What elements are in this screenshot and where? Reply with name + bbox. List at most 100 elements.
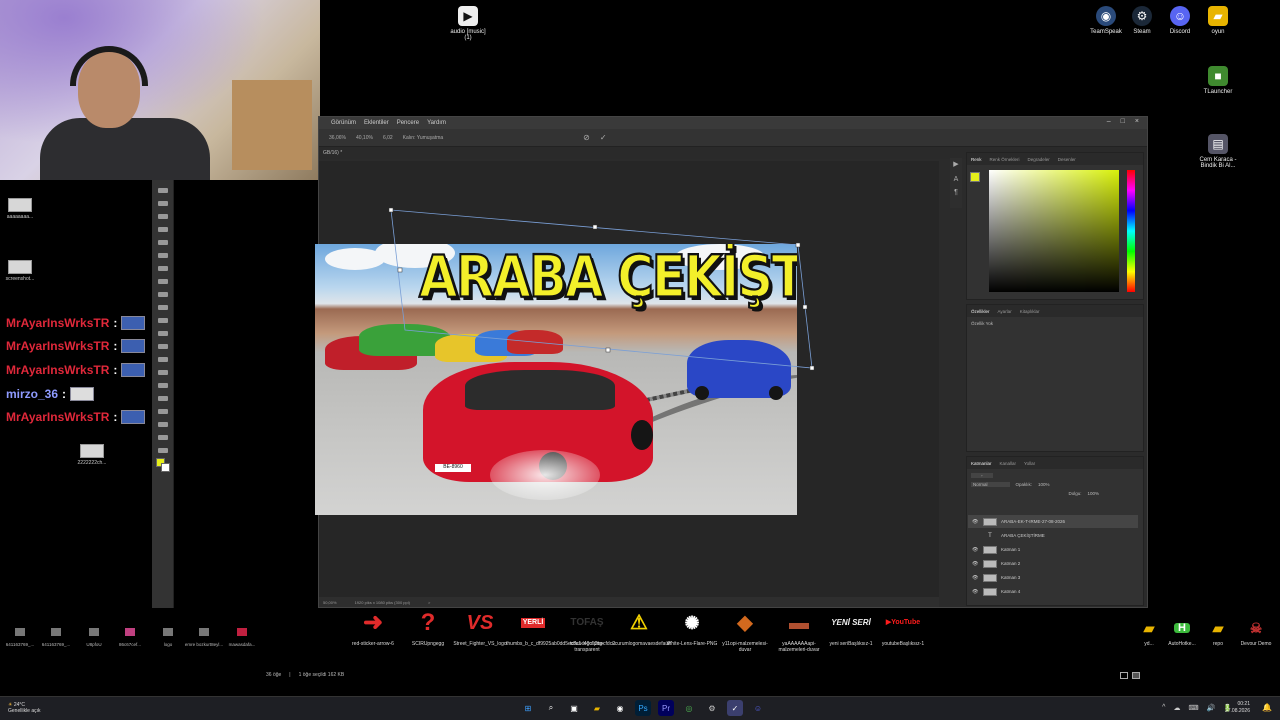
tab-degradeler[interactable]: Degradeler xyxy=(1028,157,1050,162)
eyedropper-tool-icon[interactable] xyxy=(157,266,168,271)
desktop-icon-small[interactable]: U8pfoU xyxy=(74,628,114,648)
brush-tool-icon[interactable] xyxy=(157,292,168,297)
height-field[interactable]: 40,10% xyxy=(356,135,373,141)
background-color-swatch[interactable] xyxy=(161,463,170,472)
desktop-icon-yd[interactable]: ▰ yd... xyxy=(1132,618,1166,647)
tab-ayarlar[interactable]: Ayarlar xyxy=(998,309,1012,314)
healing-tool-icon[interactable] xyxy=(157,279,168,284)
lasso-tool-icon[interactable] xyxy=(157,214,168,219)
desktop-icon-small[interactable]: 86c67cef... xyxy=(110,628,150,648)
artwork-canvas[interactable]: ARABA ÇEKİŞTİRME BE-8960 xyxy=(315,244,797,515)
angle-field[interactable]: 6,02 xyxy=(383,135,393,141)
close-button[interactable]: × xyxy=(1135,118,1139,125)
width-field[interactable]: 36,06% xyxy=(329,135,346,141)
history-icon[interactable]: ▶ xyxy=(950,160,962,168)
desktop-icon-oyun[interactable]: ▰ oyun xyxy=(1198,6,1238,35)
history-brush-icon[interactable] xyxy=(157,318,168,323)
file-icon-duvar-2[interactable]: ▬ yaAAAAAAapi-malzemeleri-duvar xyxy=(772,608,826,653)
file-icon-ucurum-logo[interactable]: ⚠ ucurumlogomavaesdefault xyxy=(612,608,671,647)
file-explorer-icon[interactable]: ▰ xyxy=(589,700,605,716)
layer-row[interactable]: 👁 Katman 1 xyxy=(968,543,1138,556)
fill-value[interactable]: 100% xyxy=(1087,491,1099,496)
keyboard-icon[interactable]: ⌨ xyxy=(1188,704,1198,712)
windows-start-icon[interactable]: ⊞ xyxy=(520,700,536,716)
crop-tool-icon[interactable] xyxy=(157,240,168,245)
tab-renk-ornekleri[interactable]: Renk Örnekleri xyxy=(990,157,1020,162)
file-icon-lens-flare[interactable]: ✺ White-Lens-Flare-PNG xyxy=(665,608,719,647)
pen-tool-icon[interactable] xyxy=(157,383,168,388)
tab-yollar[interactable]: Yollar xyxy=(1024,461,1035,466)
layer-row[interactable]: 👁 Katman 3 xyxy=(968,571,1138,584)
obs-icon[interactable]: ◉ xyxy=(612,700,628,716)
menu-item-pencere[interactable]: Pencere xyxy=(397,120,419,126)
color-panel-foreground-swatch[interactable] xyxy=(970,172,980,182)
frame-tool-icon[interactable] xyxy=(157,253,168,258)
select-tool-icon[interactable] xyxy=(157,227,168,232)
file-icon-duvar-1[interactable]: ◆ y11opi-malzemelesi-duvar xyxy=(718,608,772,653)
desktop-icon-audio[interactable]: ▶ audio [music] (1) xyxy=(448,6,488,41)
status-arrow[interactable]: > xyxy=(428,600,430,605)
tab-katmanlar[interactable]: Katmanlar xyxy=(971,461,992,466)
menu-item-yardim[interactable]: Yardım xyxy=(427,120,446,126)
volume-icon[interactable]: 🔊 xyxy=(1207,704,1216,712)
menu-item-gorunum[interactable]: Görünüm xyxy=(331,120,356,126)
maximize-button[interactable]: □ xyxy=(1121,118,1125,125)
blur-tool-icon[interactable] xyxy=(157,357,168,362)
menu-item-eklentiler[interactable]: Eklentiler xyxy=(364,120,389,126)
details-view-icon[interactable] xyxy=(1120,672,1128,679)
desktop-icon-cem-karaca[interactable]: ▤ Cem Karaca - Bindik Bi Al... xyxy=(1198,134,1238,169)
desktop-icon-devour[interactable]: ☠ Devour Demo xyxy=(1238,618,1274,647)
tab-ozellikler[interactable]: Özellikler xyxy=(971,309,990,314)
desktop-icon-repo[interactable]: ▰ repo xyxy=(1202,618,1234,647)
desktop-icon-autohotkey[interactable]: H AutoHotke... xyxy=(1162,618,1202,648)
desktop-icon-steam[interactable]: ⚙ Steam xyxy=(1122,6,1162,35)
file-icon-youtube[interactable]: ▶YouTube youtubeBaşlıksız-1 xyxy=(876,608,930,647)
hand-tool-icon[interactable] xyxy=(157,435,168,440)
desktop-icon-aaaa[interactable]: aaaaaaaa... xyxy=(0,198,40,220)
desktop-icon-small[interactable]: mawasdafa... xyxy=(222,628,262,648)
zoom-tool-icon[interactable] xyxy=(157,448,168,453)
layer-row[interactable]: 👁 Katman 2 xyxy=(968,557,1138,570)
hue-slider[interactable] xyxy=(1127,170,1135,292)
desktop-icon-tlauncher[interactable]: ■ TLauncher xyxy=(1198,66,1238,95)
commit-transform-icon[interactable]: ✓ xyxy=(600,133,607,142)
eye-icon[interactable]: 👁 xyxy=(972,561,979,567)
chrome-icon[interactable]: ◎ xyxy=(681,700,697,716)
layer-row[interactable]: 👁 ARABA-EK-T-IRME-27-08-2026 xyxy=(968,515,1138,528)
desktop-icon-small[interactable]: 641163769_... xyxy=(36,628,76,648)
gradient-tool-icon[interactable] xyxy=(157,344,168,349)
character-icon[interactable]: A xyxy=(950,176,962,183)
stamp-tool-icon[interactable] xyxy=(157,305,168,310)
move-tool-icon[interactable] xyxy=(157,188,168,193)
paragraph-icon[interactable]: ¶ xyxy=(950,189,962,196)
desktop-icon-small[interactable]: 641163769_... xyxy=(0,628,40,648)
desktop-icon-2222[interactable]: 2222222ch... xyxy=(72,444,112,466)
weather-widget[interactable]: ☀ 24°C Genellikle açık xyxy=(8,702,41,714)
eye-icon[interactable]: 👁 xyxy=(972,547,979,553)
shape-tool-icon[interactable] xyxy=(157,422,168,427)
cancel-transform-icon[interactable]: ⊘ xyxy=(583,133,590,142)
opacity-value[interactable]: 100% xyxy=(1038,482,1050,487)
search-icon[interactable]: ⌕ xyxy=(543,700,559,716)
onedrive-icon[interactable]: ☁ xyxy=(1173,704,1180,712)
premiere-taskbar-icon[interactable]: Pr xyxy=(658,700,674,716)
desktop-icon-small[interactable]: emre bozkurt8eyl... xyxy=(184,628,224,648)
file-icon-vs-logo[interactable]: VS Street_Fighter_VS_logo xyxy=(453,608,507,647)
interpolation-field[interactable]: Kalın: Yumuşatma xyxy=(403,135,444,141)
eye-icon[interactable]: 👁 xyxy=(972,589,979,595)
notification-icon[interactable]: 🔔 xyxy=(1262,703,1272,712)
layer-row[interactable]: T ARABA ÇEKİŞTİRME xyxy=(968,529,1138,542)
tab-renk[interactable]: Renk xyxy=(971,157,982,162)
blend-mode-select[interactable]: Normal xyxy=(971,482,1010,487)
desktop-icon-screenshot[interactable]: screenshot... xyxy=(0,260,40,282)
task-view-icon[interactable]: ▣ xyxy=(566,700,582,716)
file-icon-tofas-logo[interactable]: TOFAŞ tofas-logo-png-transparent xyxy=(560,608,614,654)
file-icon-yeni-seri[interactable]: YENİ SERİ yeni seriBaşlıksız-1 xyxy=(824,608,878,648)
photoshop-taskbar-icon[interactable]: Ps xyxy=(635,700,651,716)
eraser-tool-icon[interactable] xyxy=(157,331,168,336)
tiles-view-icon[interactable] xyxy=(1132,672,1140,679)
desktop-icon-small[interactable]: logo xyxy=(148,628,188,648)
zoom-level[interactable]: 50,00% xyxy=(323,600,337,605)
file-icon-red-sticker-arrow[interactable]: ➜ red-sticker-arrow-6 xyxy=(346,608,400,648)
eye-icon[interactable]: 👁 xyxy=(972,575,979,581)
